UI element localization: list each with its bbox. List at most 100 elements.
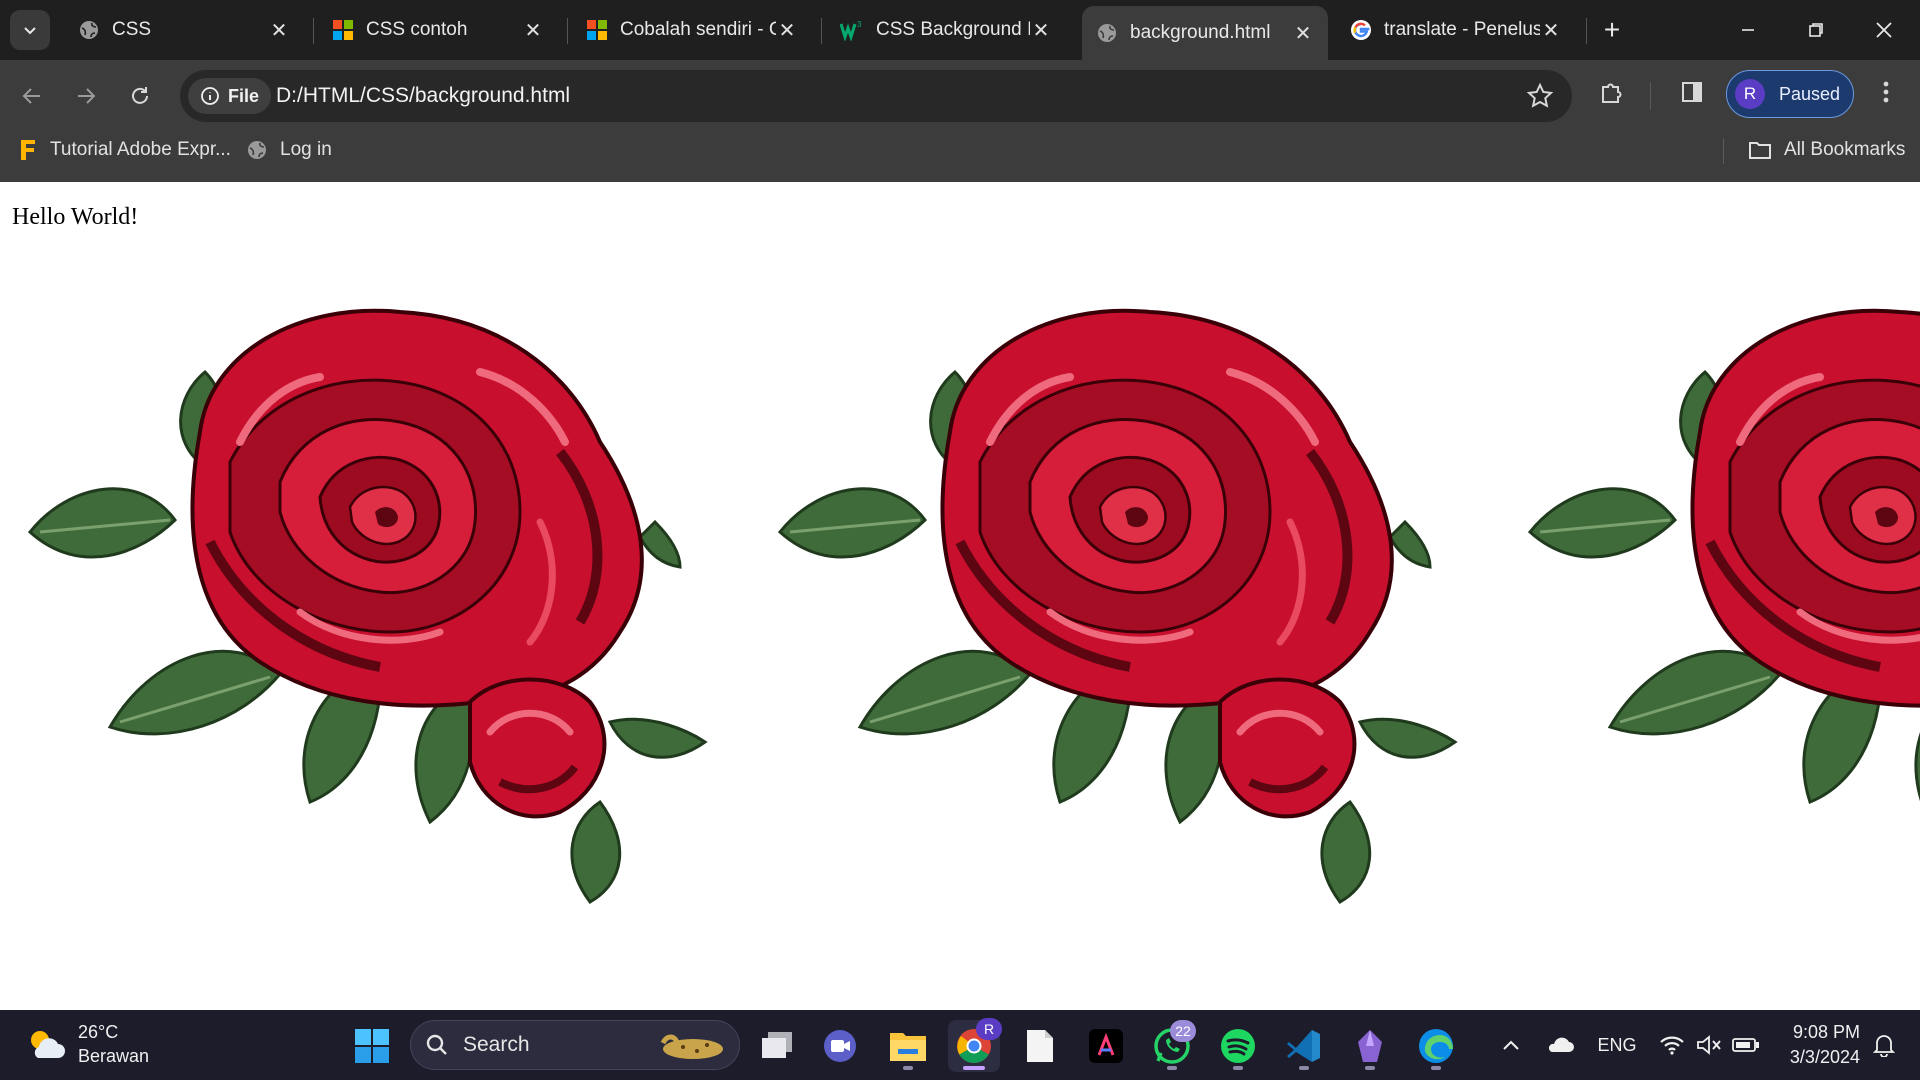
app-button[interactable] (1344, 1020, 1396, 1072)
arrow-left-icon (22, 88, 40, 104)
running-indicator (1167, 1066, 1177, 1070)
file-explorer-button[interactable] (882, 1020, 934, 1072)
edge-button[interactable] (1410, 1020, 1462, 1072)
taskbar-search[interactable]: Search (410, 1020, 740, 1070)
adobe-express-button[interactable] (1080, 1020, 1132, 1072)
battery-button[interactable] (1728, 1020, 1764, 1070)
weather-widget[interactable]: 26°C Berawan (24, 1020, 149, 1068)
background-rose-image (1500, 282, 1920, 922)
all-bookmarks-button[interactable]: All Bookmarks (1748, 132, 1905, 168)
close-icon[interactable]: ✕ (1540, 19, 1562, 42)
close-icon[interactable]: ✕ (268, 19, 290, 42)
bookmark-tutorial-adobe[interactable]: Tutorial Adobe Expr... (18, 132, 231, 168)
volume-button[interactable] (1692, 1020, 1726, 1070)
edge-icon (1419, 1029, 1453, 1063)
search-highlight-icon (660, 1034, 723, 1059)
network-button[interactable] (1654, 1020, 1690, 1070)
spotify-button[interactable] (1212, 1020, 1264, 1072)
tab-search-button[interactable] (10, 10, 50, 50)
tab-title: background.html (1130, 22, 1271, 43)
all-bookmarks-label: All Bookmarks (1784, 139, 1906, 160)
video-chat-icon (824, 1030, 856, 1062)
arrow-right-icon (78, 88, 96, 104)
new-tab-button[interactable]: + (1596, 14, 1628, 46)
running-indicator (1233, 1066, 1243, 1070)
puzzle-icon (1602, 83, 1622, 103)
side-panel-icon (1682, 82, 1702, 102)
extensions-button[interactable] (1592, 72, 1632, 112)
browser-toolbar: File D:/HTML/CSS/background.html R Pause… (0, 60, 1920, 188)
address-bar[interactable]: File D:/HTML/CSS/background.html (180, 70, 1572, 122)
notification-badge: 22 (1170, 1020, 1196, 1042)
tab-css-background[interactable]: 3 CSS Background Ir ✕ (826, 6, 1066, 54)
minimize-button[interactable] (1714, 0, 1782, 60)
tab-title: CSS (112, 19, 152, 40)
search-placeholder: Search (463, 1033, 530, 1056)
forward-button[interactable] (66, 76, 106, 116)
folder-icon (1748, 140, 1772, 160)
background-rose-image (750, 282, 1470, 922)
tab-cobalah-sendiri[interactable]: Cobalah sendiri - C ✕ (572, 6, 812, 54)
back-button[interactable] (12, 76, 52, 116)
close-window-button[interactable] (1850, 0, 1918, 60)
globe-icon (246, 139, 268, 161)
bell-icon (1873, 1035, 1895, 1057)
microsoft-logo-icon (333, 20, 353, 40)
side-panel-button[interactable] (1672, 72, 1712, 112)
bookmark-label: Log in (280, 139, 332, 160)
search-icon (426, 1034, 447, 1055)
tab-translate[interactable]: translate - Penelus ✕ (1336, 6, 1576, 54)
running-indicator (903, 1066, 913, 1070)
toolbar-divider (1650, 82, 1651, 110)
profile-button[interactable]: R Paused (1726, 70, 1854, 118)
close-icon[interactable]: ✕ (1292, 22, 1314, 45)
tab-divider (821, 18, 822, 44)
close-icon[interactable]: ✕ (1030, 19, 1052, 42)
notepad-button[interactable] (1014, 1020, 1066, 1072)
tab-strip: CSS ✕ CSS contoh ✕ Cobalah sendiri - C ✕… (0, 0, 1920, 60)
restore-button[interactable] (1782, 0, 1850, 60)
bookmark-label: Tutorial Adobe Expr... (50, 139, 231, 160)
clock-date: 3/3/2024 (1789, 1047, 1860, 1067)
more-vertical-icon (1883, 81, 1889, 103)
weather-description: Berawan (78, 1046, 150, 1066)
close-icon (1876, 22, 1892, 38)
task-view-button[interactable] (752, 1020, 804, 1072)
battery-icon (1732, 1038, 1759, 1052)
notifications-button[interactable] (1866, 1020, 1902, 1070)
language-indicator[interactable]: ENG (1594, 1020, 1640, 1070)
chrome-profile-badge: R (976, 1018, 1002, 1040)
tab-title: Cobalah sendiri - C (620, 19, 776, 40)
cloud-icon (1548, 1037, 1574, 1052)
site-info-chip[interactable]: File (188, 78, 272, 114)
whatsapp-button[interactable]: 22 (1146, 1020, 1198, 1072)
tab-divider (567, 18, 568, 44)
running-indicator (963, 1066, 985, 1070)
vscode-icon (1287, 1030, 1320, 1062)
avatar: R (1735, 79, 1765, 109)
clock-time: 9:08 PM (1792, 1022, 1860, 1042)
bookmark-log-in[interactable]: Log in (246, 132, 332, 168)
menu-button[interactable] (1866, 72, 1906, 112)
clock[interactable]: 9:08 PM 3/3/2024 (1780, 1020, 1860, 1070)
show-hidden-icons-button[interactable] (1494, 1020, 1528, 1070)
vscode-button[interactable] (1278, 1020, 1330, 1072)
url-text[interactable]: D:/HTML/CSS/background.html (276, 70, 570, 122)
tab-css[interactable]: CSS ✕ (64, 6, 304, 54)
purple-app-icon (1358, 1030, 1382, 1062)
close-icon[interactable]: ✕ (776, 19, 798, 42)
bookmark-star-icon[interactable] (1526, 82, 1554, 110)
start-button[interactable] (346, 1020, 398, 1072)
svg-text:3: 3 (857, 20, 862, 29)
reload-button[interactable] (120, 76, 160, 116)
tab-css-contoh[interactable]: CSS contoh ✕ (318, 6, 558, 54)
close-icon[interactable]: ✕ (522, 19, 544, 42)
restore-icon (1809, 23, 1823, 37)
running-indicator (1365, 1066, 1375, 1070)
google-icon (1351, 20, 1371, 40)
document-icon (1027, 1030, 1053, 1062)
teams-meet-button[interactable] (814, 1020, 866, 1072)
chrome-button[interactable]: R (948, 1018, 1002, 1072)
tab-background-html[interactable]: background.html ✕ (1082, 6, 1328, 60)
onedrive-button[interactable] (1540, 1020, 1580, 1070)
